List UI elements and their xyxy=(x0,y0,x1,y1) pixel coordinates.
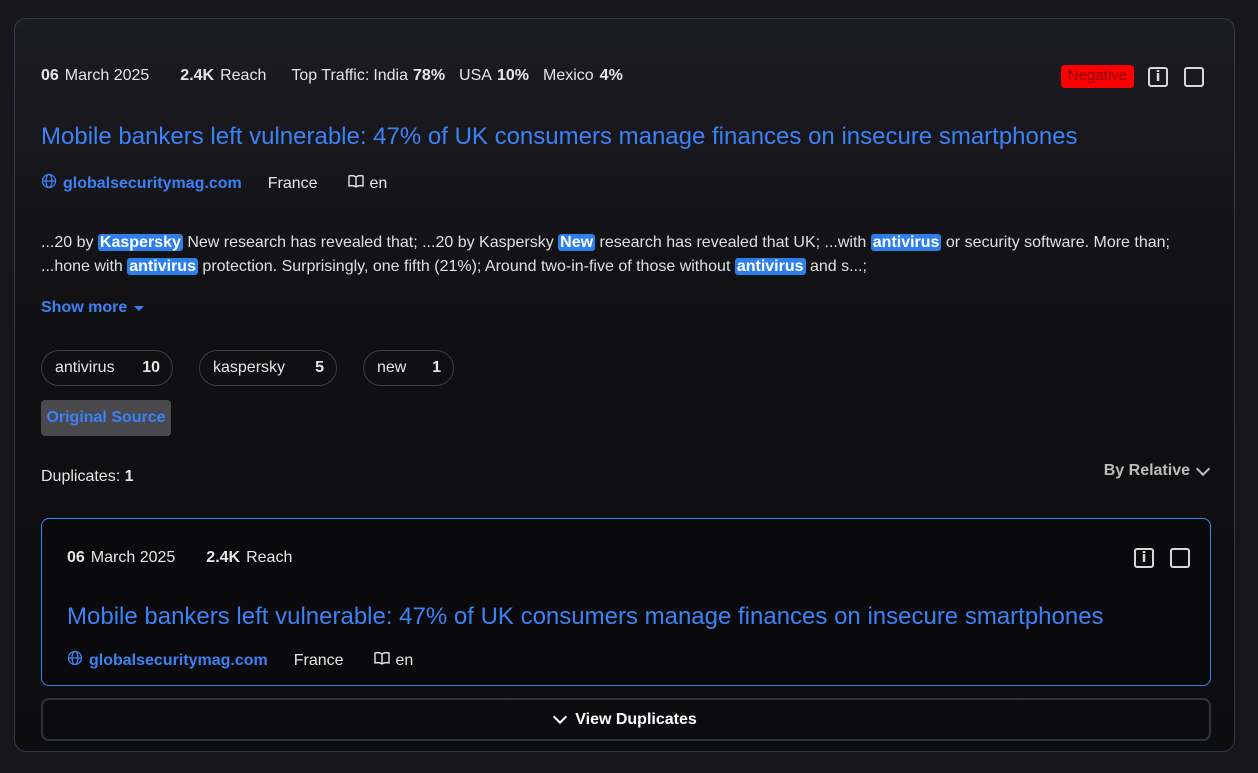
keyword-label: antivirus xyxy=(55,359,115,376)
chevron-down-icon xyxy=(553,709,568,725)
source-country: France xyxy=(293,651,344,669)
source-country: France xyxy=(267,174,318,192)
duplicate-card: 06 March 2025 2.4K Reach i Mobile banker… xyxy=(41,518,1211,686)
checkbox-icon[interactable] xyxy=(1170,548,1190,568)
view-duplicates-button[interactable]: View Duplicates xyxy=(41,698,1211,741)
info-icon[interactable]: i xyxy=(1148,66,1168,87)
sort-label: By Relative xyxy=(1103,462,1190,479)
article-title[interactable]: Mobile bankers left vulnerable: 47% of U… xyxy=(41,123,1078,151)
reach-value: 2.4K xyxy=(180,67,215,84)
reach-value: 2.4K xyxy=(206,549,241,566)
snippet-text: ...20 by xyxy=(41,234,98,251)
snippet-text: and s...; xyxy=(805,258,867,275)
keyword-count: 10 xyxy=(142,359,160,376)
book-icon xyxy=(347,174,364,193)
traffic-pct: 10% xyxy=(496,67,529,84)
traffic-country: USA xyxy=(459,67,492,84)
original-source-button[interactable]: Original Source xyxy=(41,400,171,436)
date-month-year: March 2025 xyxy=(90,549,176,566)
duplicates-count: Duplicates: 1 xyxy=(41,468,134,486)
article-meta: 06 March 2025 2.4K Reach Top Traffic: In… xyxy=(41,67,623,85)
duplicate-actions: i xyxy=(1134,548,1190,568)
source-row: globalsecuritymag.com France en xyxy=(41,173,387,194)
keyword-highlight: Kaspersky xyxy=(97,234,183,251)
keyword-chip-kaspersky[interactable]: kaspersky 5 xyxy=(199,350,337,386)
source-language: en xyxy=(369,174,388,192)
date-day: 06 xyxy=(41,67,59,84)
globe-icon xyxy=(67,650,83,671)
view-duplicates-label: View Duplicates xyxy=(575,710,697,728)
caret-down-icon xyxy=(134,306,145,311)
keyword-highlight: New xyxy=(558,234,596,251)
info-icon[interactable]: i xyxy=(1134,548,1154,568)
duplicate-title[interactable]: Mobile bankers left vulnerable: 47% of U… xyxy=(67,603,1104,631)
sentiment-badge[interactable]: Negative xyxy=(1060,65,1134,88)
keyword-highlight: antivirus xyxy=(734,258,806,275)
keyword-chip-new[interactable]: new 1 xyxy=(363,350,454,386)
duplicate-meta: 06 March 2025 2.4K Reach xyxy=(67,549,292,567)
sort-dropdown[interactable]: By Relative xyxy=(1103,461,1211,480)
book-icon xyxy=(373,651,390,670)
snippet-text: protection. Surprisingly, one fifth (21%… xyxy=(197,258,735,275)
source-language: en xyxy=(395,651,414,669)
chevron-down-icon xyxy=(1195,461,1211,476)
show-more-label: Show more xyxy=(41,299,128,316)
snippet-text: research has revealed that UK; ...with xyxy=(595,234,871,251)
traffic-country: India xyxy=(373,67,409,84)
show-more-button[interactable]: Show more xyxy=(41,299,145,317)
keyword-highlight: antivirus xyxy=(127,258,198,275)
article-card: 06 March 2025 2.4K Reach Top Traffic: In… xyxy=(14,18,1235,752)
traffic-pct: 4% xyxy=(599,67,623,84)
traffic-country: Mexico xyxy=(542,67,594,84)
source-domain-link[interactable]: globalsecuritymag.com xyxy=(89,652,268,670)
top-traffic-label: Top Traffic: xyxy=(291,67,370,84)
keyword-label: kaspersky xyxy=(213,359,286,376)
checkbox-icon[interactable] xyxy=(1184,66,1204,87)
keyword-label: new xyxy=(377,359,407,376)
reach-label: Reach xyxy=(246,549,293,566)
duplicates-number: 1 xyxy=(124,468,134,485)
date-month-year: March 2025 xyxy=(64,67,150,84)
date-day: 06 xyxy=(67,549,85,566)
source-domain-link[interactable]: globalsecuritymag.com xyxy=(63,175,242,193)
keyword-chips: antivirus 10 kaspersky 5 new 1 xyxy=(41,350,480,386)
article-snippet: ...20 by Kaspersky New research has reve… xyxy=(41,231,1201,279)
keyword-count: 1 xyxy=(432,359,441,376)
keyword-highlight: antivirus xyxy=(870,234,942,251)
reach-label: Reach xyxy=(220,67,267,84)
snippet-text: New research has revealed that; ...20 by… xyxy=(182,234,559,251)
globe-icon xyxy=(41,173,57,194)
duplicate-source-row: globalsecuritymag.com France en xyxy=(67,650,413,671)
article-actions: Negative i xyxy=(1060,65,1204,88)
duplicates-label: Duplicates: xyxy=(41,468,121,485)
traffic-pct: 78% xyxy=(413,67,446,84)
keyword-chip-antivirus[interactable]: antivirus 10 xyxy=(41,350,173,386)
keyword-count: 5 xyxy=(315,359,324,376)
